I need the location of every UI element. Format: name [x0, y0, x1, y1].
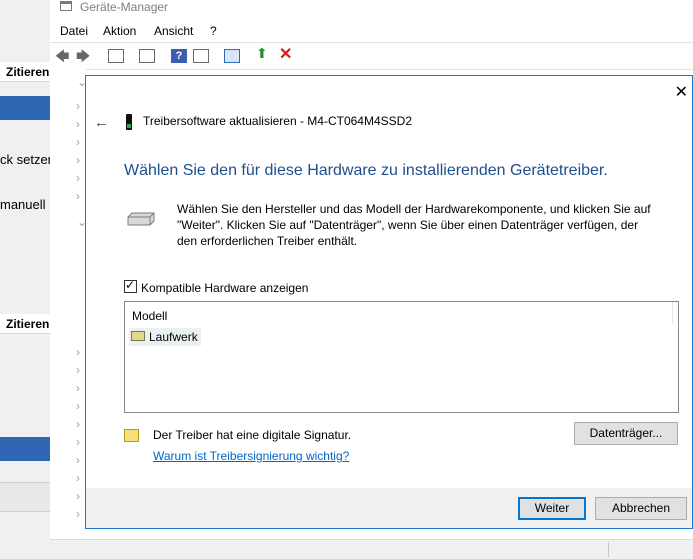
chevron-right-icon[interactable]: ›	[76, 381, 80, 395]
drive-model-icon	[131, 331, 145, 341]
signature-certificate-icon	[124, 429, 139, 442]
device-tree: ⌄ › › › › › › ⌄ › › › › › › › › › ›	[50, 69, 87, 539]
toolbar: 🡄 🡆 ? ⬆ ✕	[50, 42, 693, 70]
page-heading: Wählen Sie den für diese Hardware zu ins…	[124, 162, 608, 179]
chevron-right-icon[interactable]: ›	[76, 471, 80, 485]
drive-icon	[127, 212, 155, 226]
disk-button[interactable]: Datenträger...	[574, 422, 678, 445]
list-header-model[interactable]: Modell	[132, 309, 167, 323]
list-header-separator	[672, 302, 673, 324]
dialog-footer: Weiter Abbrechen	[86, 488, 692, 528]
instruction-text: Wählen Sie den Hersteller und das Modell…	[177, 202, 651, 248]
chevron-right-icon[interactable]: ›	[76, 435, 80, 449]
ssd-device-icon	[126, 114, 132, 130]
list-item[interactable]: Laufwerk	[129, 328, 201, 346]
cancel-button[interactable]: Abbrechen	[595, 497, 687, 520]
list-item-label: Laufwerk	[149, 330, 198, 344]
help-icon[interactable]: ?	[171, 49, 187, 63]
selected-row[interactable]	[0, 96, 50, 120]
menu-ansicht[interactable]: Ansicht	[154, 24, 193, 38]
chevron-right-icon[interactable]: ›	[76, 399, 80, 413]
properties-icon[interactable]	[108, 49, 124, 63]
background-app: Zitieren ck setzen manuell Zitieren	[0, 0, 55, 558]
column-header[interactable]: Zitieren	[0, 314, 50, 334]
text-fragment: manuell	[0, 197, 46, 212]
driver-window-icon[interactable]	[193, 49, 209, 63]
selected-row[interactable]	[0, 437, 50, 461]
chevron-right-icon[interactable]: ›	[76, 345, 80, 359]
forward-arrow-icon[interactable]: 🡆	[76, 46, 92, 64]
menu-aktion[interactable]: Aktion	[103, 24, 136, 38]
chevron-right-icon[interactable]: ›	[76, 99, 80, 113]
column-header[interactable]: Zitieren	[0, 62, 50, 82]
uninstall-x-icon[interactable]: ✕	[279, 44, 295, 63]
chevron-right-icon[interactable]: ›	[76, 363, 80, 377]
update-driver-icon[interactable]: ⬆	[256, 45, 272, 61]
list-view-icon[interactable]	[139, 49, 155, 63]
chevron-right-icon[interactable]: ›	[76, 453, 80, 467]
menu-datei[interactable]: Datei	[60, 24, 88, 38]
title-bar: Geräte-Manager	[50, 0, 693, 20]
signature-status: Der Treiber hat eine digitale Signatur.	[153, 428, 352, 442]
status-bar	[50, 539, 693, 559]
chevron-right-icon[interactable]: ›	[76, 507, 80, 521]
chevron-right-icon[interactable]: ›	[76, 135, 80, 149]
close-icon[interactable]: ✕	[675, 82, 688, 102]
back-arrow-icon[interactable]: ←	[94, 114, 109, 131]
scan-hardware-icon[interactable]	[224, 49, 240, 63]
dialog-title: Treibersoftware aktualisieren - M4-CT064…	[143, 114, 412, 128]
chevron-right-icon[interactable]: ›	[76, 489, 80, 503]
back-arrow-icon[interactable]: 🡄	[55, 46, 71, 64]
chevron-right-icon[interactable]: ›	[76, 117, 80, 131]
device-manager-icon	[60, 1, 72, 11]
text-fragment: ck setzen	[0, 152, 55, 167]
signature-info-link[interactable]: Warum ist Treibersignierung wichtig?	[153, 449, 349, 463]
update-driver-dialog: ✕ ← Treibersoftware aktualisieren - M4-C…	[85, 75, 693, 529]
chevron-right-icon[interactable]: ›	[76, 189, 80, 203]
next-button[interactable]: Weiter	[518, 497, 586, 520]
menu-bar: Datei Aktion Ansicht ?	[50, 22, 693, 42]
chevron-right-icon[interactable]: ›	[76, 417, 80, 431]
panel-divider	[0, 482, 50, 512]
model-list[interactable]: Modell Laufwerk	[124, 301, 679, 413]
menu-help[interactable]: ?	[210, 24, 217, 38]
status-separator	[608, 542, 609, 557]
chevron-right-icon[interactable]: ›	[76, 171, 80, 185]
window-title: Geräte-Manager	[80, 0, 169, 14]
chevron-right-icon[interactable]: ›	[76, 153, 80, 167]
checkbox-label[interactable]: Kompatible Hardware anzeigen	[141, 281, 308, 295]
compatible-hardware-checkbox[interactable]	[124, 278, 137, 293]
